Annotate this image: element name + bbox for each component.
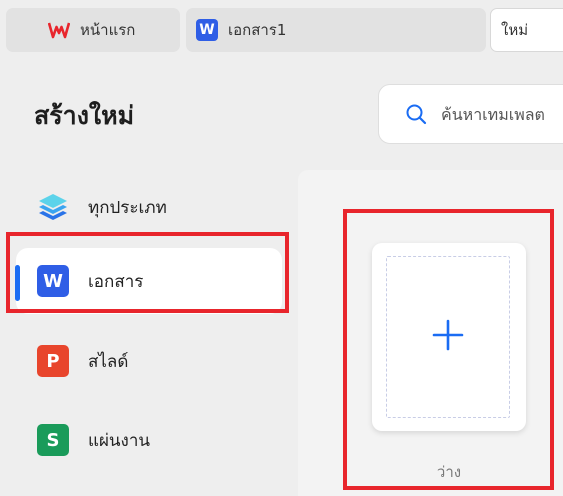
writer-icon: W (196, 19, 218, 41)
tab-new[interactable]: ใหม่ (490, 8, 563, 52)
tab-home-label: หน้าแรก (80, 21, 136, 39)
search-input[interactable] (439, 103, 563, 125)
tab-document[interactable]: W เอกสาร1 (186, 8, 486, 52)
sidebar-item-label: แผ่นงาน (88, 430, 151, 451)
tab-document-label: เอกสาร1 (228, 21, 287, 39)
presentation-icon-wrap: P (36, 344, 70, 378)
search-icon (405, 103, 427, 125)
sidebar-item-all-types[interactable]: ทุกประเภท (16, 174, 282, 240)
page-title: สร้างใหม่ (34, 101, 135, 130)
highlight-box (6, 232, 289, 313)
layers-icon (36, 190, 70, 224)
wps-logo-icon (48, 19, 70, 41)
spreadsheet-icon: S (37, 424, 69, 456)
highlight-box (343, 209, 554, 490)
sidebar-item-label: ทุกประเภท (88, 197, 167, 218)
tab-home[interactable]: หน้าแรก (6, 8, 180, 52)
tab-new-label: ใหม่ (501, 21, 529, 39)
spreadsheet-icon-wrap: S (36, 423, 70, 457)
sidebar-item-label: สไลด์ (88, 351, 129, 372)
sidebar-item-spreadsheets[interactable]: S แผ่นงาน (16, 407, 282, 473)
sidebar-item-slides[interactable]: P สไลด์ (16, 328, 282, 394)
search-box[interactable] (378, 84, 563, 144)
presentation-icon: P (37, 345, 69, 377)
